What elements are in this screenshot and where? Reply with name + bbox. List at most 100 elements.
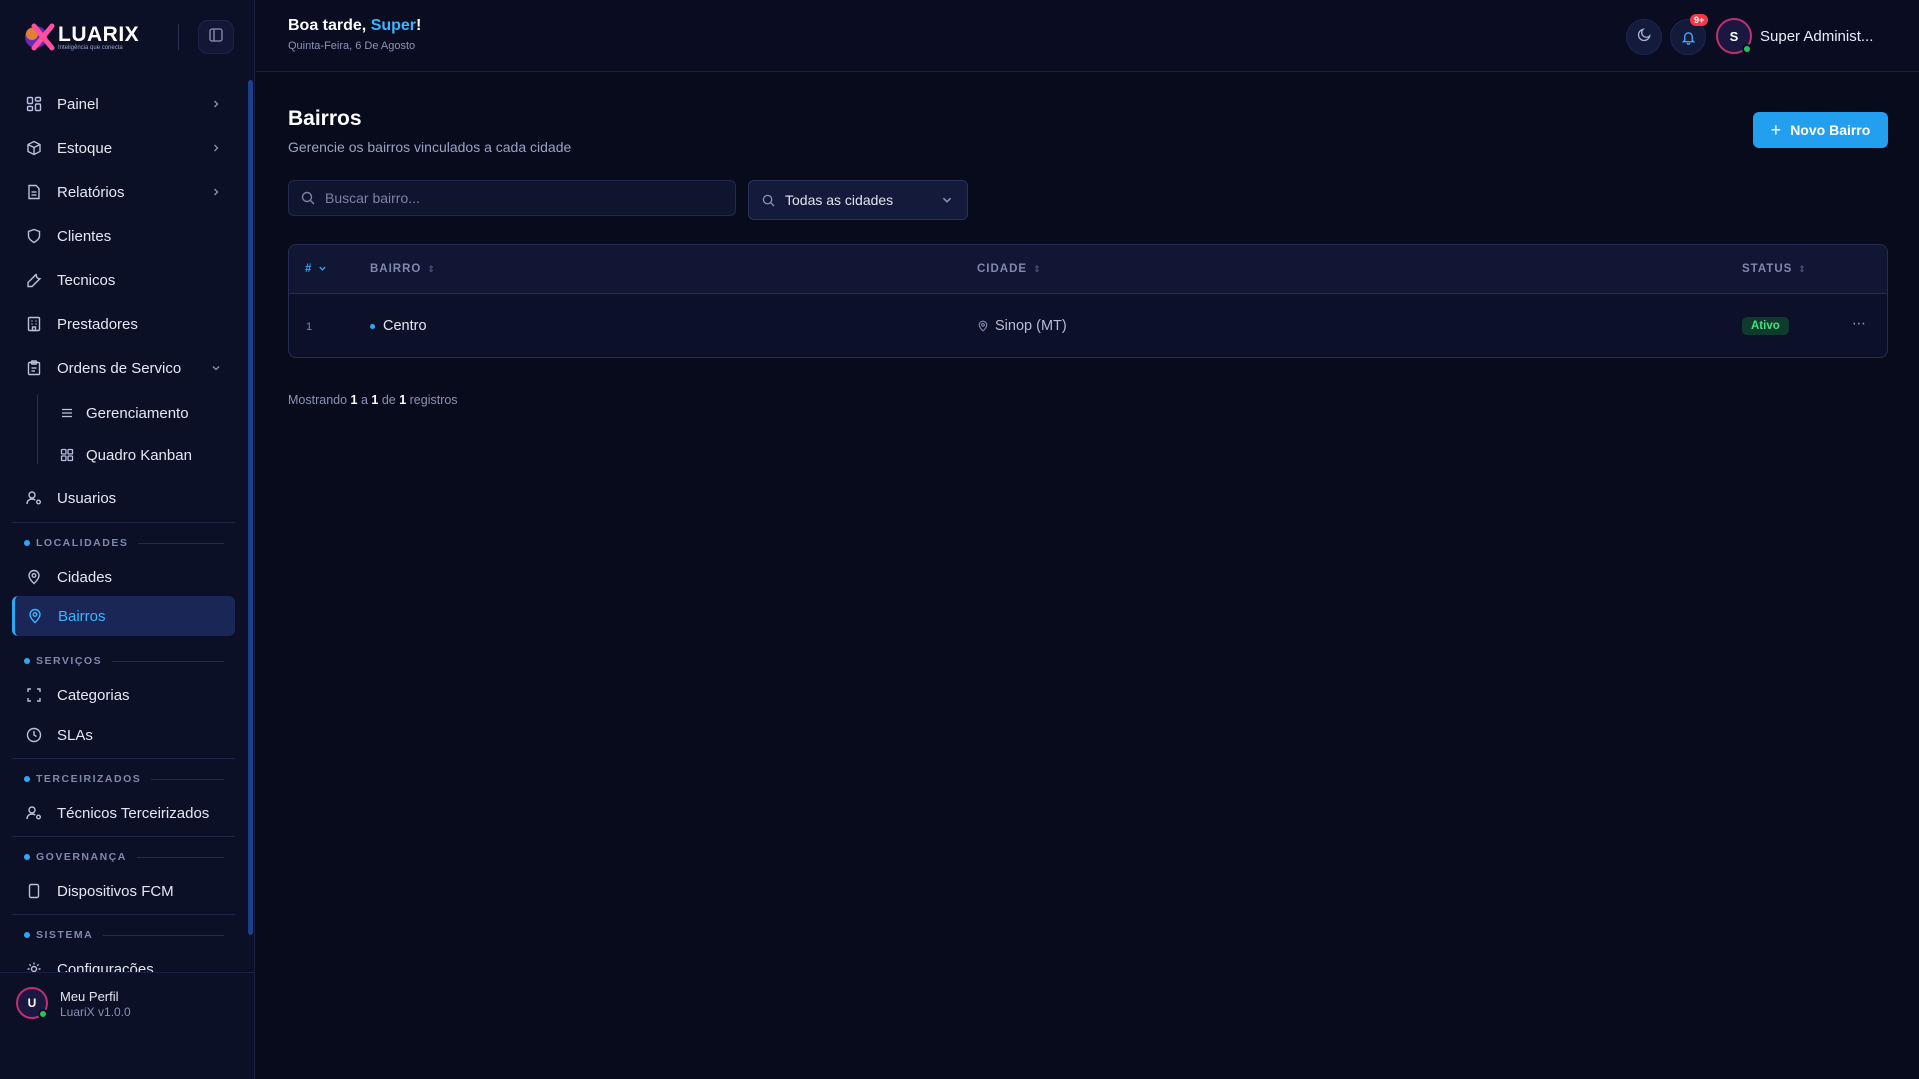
column-header-status[interactable]: STATUS ⇕	[1742, 263, 1807, 275]
table-row[interactable]: 1 Centro Sinop (MT) Ativo ⋯	[289, 294, 1887, 357]
list-icon	[60, 406, 74, 420]
section-dot	[24, 854, 30, 860]
dashboard-icon	[25, 95, 43, 113]
sidebar-item-dispositivos-fcm[interactable]: Dispositivos FCM	[12, 871, 235, 911]
app-version: LuariX v1.0.0	[60, 1005, 131, 1019]
new-bairro-button[interactable]: + Novo Bairro	[1753, 112, 1888, 148]
luarix-logo-icon	[22, 20, 56, 54]
greeting: Boa tarde, Super!	[288, 17, 421, 35]
sidebar-item-label: Categorias	[57, 686, 130, 704]
section-governanca: GOVERNANÇA	[12, 848, 234, 866]
city-filter-value: Todas as cidades	[785, 192, 894, 208]
sidebar-item-clientes[interactable]: Clientes	[12, 216, 235, 256]
page-subtitle: Gerencie os bairros vinculados a cada ci…	[288, 139, 572, 155]
sidebar-item-usuarios[interactable]: Usuarios	[12, 478, 235, 518]
section-servicos: SERVIÇOS	[12, 652, 234, 670]
gear-icon	[25, 960, 43, 972]
sidebar-item-slas[interactable]: SLAs	[12, 715, 235, 755]
sidebar-subitem-quadro-kanban[interactable]: Quadro Kanban	[60, 437, 230, 473]
search-input[interactable]	[325, 190, 725, 206]
row-actions-more-icon[interactable]: ⋯	[1852, 315, 1867, 332]
cidade-name: Sinop (MT)	[995, 318, 1067, 334]
city-filter-select[interactable]: Todas as cidades	[748, 180, 968, 220]
column-header-bairro[interactable]: BAIRRO ⇕	[370, 263, 436, 275]
sidebar-item-label: Usuarios	[57, 489, 117, 507]
summary-sep: a	[357, 393, 372, 407]
brand-name: LUARIX	[58, 23, 140, 46]
sidebar-item-label: Configurações	[57, 960, 154, 973]
column-label: STATUS	[1742, 263, 1793, 275]
table-header: # BAIRRO ⇕ CIDADE ⇕ STATUS ⇕	[289, 245, 1887, 294]
sidebar-item-configuracoes[interactable]: Configurações	[12, 950, 235, 972]
user-cog-icon	[25, 489, 43, 507]
sidebar-item-cidades[interactable]: Cidades	[12, 557, 235, 597]
theme-toggle-button[interactable]	[1626, 19, 1662, 55]
brand-logo[interactable]: LUARIX Inteligência que conecta	[22, 20, 139, 54]
search-box	[288, 180, 736, 216]
notification-badge: 9+	[1690, 14, 1709, 26]
sidebar-item-tecnicos-terceirizados[interactable]: Técnicos Terceirizados	[12, 793, 235, 833]
chevron-down-icon	[211, 360, 221, 377]
section-rule	[103, 934, 224, 936]
sidebar-item-estoque[interactable]: Estoque	[12, 128, 235, 168]
bullet-dot	[370, 323, 375, 329]
sidebar-scrollbar[interactable]	[248, 80, 253, 935]
clipboard-icon	[25, 359, 43, 377]
online-indicator	[38, 1009, 48, 1019]
sidebar-item-bairros[interactable]: Bairros	[12, 596, 235, 636]
map-pin-icon	[26, 607, 44, 625]
sidebar-item-relatorios[interactable]: Relatórios	[12, 172, 235, 212]
search-icon	[301, 191, 315, 205]
section-label: TERCEIRIZADOS	[36, 773, 142, 785]
file-text-icon	[25, 183, 43, 201]
new-bairro-label: Novo Bairro	[1790, 122, 1871, 138]
summary-sep: de	[378, 393, 400, 407]
section-rule	[136, 856, 224, 858]
sidebar-subitem-gerenciamento[interactable]: Gerenciamento	[60, 395, 230, 431]
collapse-sidebar-button[interactable]	[198, 20, 234, 54]
section-label: SERVIÇOS	[36, 655, 103, 667]
summary-prefix: Mostrando	[288, 393, 351, 407]
chevron-right-icon	[211, 140, 221, 157]
current-date: Quinta-Feira, 6 De Agosto	[288, 40, 416, 52]
section-dot	[24, 658, 30, 664]
status-badge: Ativo	[1742, 317, 1789, 335]
moon-icon	[1637, 27, 1652, 47]
chevron-right-icon	[211, 184, 221, 201]
sidebar-item-label: Bairros	[58, 607, 106, 625]
profile-footer[interactable]: U Meu Perfil LuariX v1.0.0	[0, 972, 255, 1032]
chevron-down-icon	[318, 264, 327, 275]
bairro-cell: Centro	[370, 318, 427, 334]
brand-tagline: Inteligência que conecta	[58, 45, 123, 51]
user-cog-icon	[25, 804, 43, 822]
sidebar-item-label: Ordens de Servico	[57, 359, 182, 377]
package-icon	[25, 139, 43, 157]
pagination-summary: Mostrando 1 a 1 de 1 registros	[288, 393, 458, 407]
sidebar-item-label: Clientes	[57, 227, 112, 245]
chevron-right-icon	[211, 96, 221, 113]
page-title: Bairros	[288, 107, 362, 130]
sidebar-item-label: Relatórios	[57, 183, 125, 201]
column-header-cidade[interactable]: CIDADE ⇕	[977, 263, 1042, 275]
bairro-name: Centro	[383, 318, 427, 334]
clock-icon	[25, 726, 43, 744]
column-header-number[interactable]: #	[305, 263, 327, 275]
sidebar-item-categorias[interactable]: Categorias	[12, 675, 235, 715]
column-label: CIDADE	[977, 263, 1028, 275]
frame-icon	[25, 686, 43, 704]
sidebar: LUARIX Inteligência que conecta Painel E…	[0, 0, 255, 1079]
submenu-line	[37, 394, 38, 464]
profile-name: Meu Perfil	[60, 989, 119, 1004]
sidebar-item-prestadores[interactable]: Prestadores	[12, 304, 235, 344]
kanban-icon	[60, 448, 74, 462]
user-menu[interactable]: Super Administ...	[1760, 28, 1873, 45]
sidebar-divider	[12, 914, 235, 915]
sidebar-item-ordens-de-servico[interactable]: Ordens de Servico	[12, 348, 235, 388]
online-indicator	[1742, 44, 1752, 54]
greeting-name: Super	[370, 17, 417, 34]
search-icon	[762, 194, 775, 207]
sidebar-toggle-icon	[209, 27, 223, 47]
sidebar-item-tecnicos[interactable]: Tecnicos	[12, 260, 235, 300]
sidebar-item-painel[interactable]: Painel	[12, 84, 235, 124]
section-dot	[24, 932, 30, 938]
